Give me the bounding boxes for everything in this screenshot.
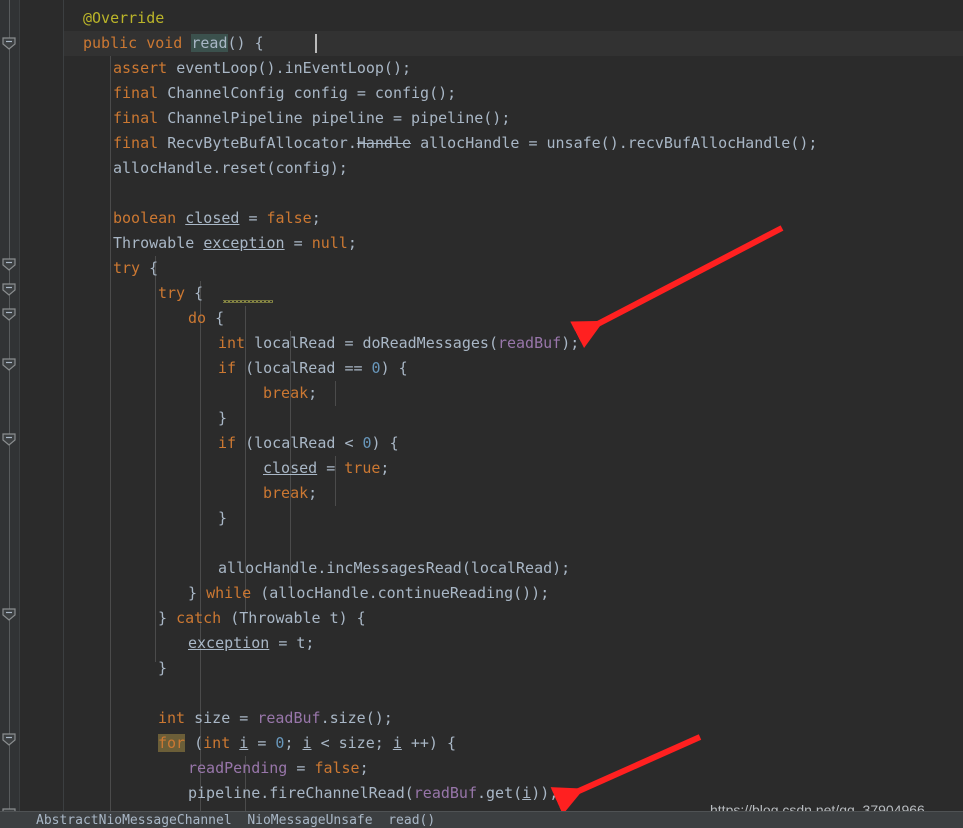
code-line[interactable]: int localRead = doReadMessages(readBuf); [218, 331, 579, 356]
code-content[interactable]: @Override public void read() { assert ev… [65, 0, 963, 828]
text-caret [315, 34, 317, 53]
code-line[interactable]: } [158, 656, 167, 681]
fold-marker-for[interactable] [2, 733, 17, 746]
code-line[interactable]: } [218, 406, 227, 431]
code-line[interactable]: final ChannelPipeline pipeline = pipelin… [113, 106, 510, 131]
fold-marker-if-neg[interactable] [2, 433, 17, 446]
code-line[interactable]: assert eventLoop().inEventLoop(); [113, 56, 411, 81]
code-line[interactable]: final RecvByteBufAllocator.Handle allocH… [113, 131, 817, 156]
fold-marker-do[interactable] [2, 308, 17, 321]
indent-guide [155, 256, 156, 662]
breadcrumb-separator [373, 813, 389, 828]
fold-marker-try-inner[interactable] [2, 283, 17, 296]
code-line[interactable]: int size = readBuf.size(); [158, 706, 393, 731]
fold-marker-catch[interactable] [2, 608, 17, 621]
breadcrumb-item-class[interactable]: AbstractNioMessageChannel [36, 813, 232, 828]
fold-rail [9, 0, 10, 828]
code-line[interactable]: closed = true; [263, 456, 389, 481]
code-line[interactable]: readPending = false; [188, 756, 369, 781]
fold-gutter[interactable] [0, 0, 20, 828]
code-line[interactable]: break; [263, 481, 317, 506]
code-line[interactable]: } [218, 506, 227, 531]
code-line[interactable]: for (int i = 0; i < size; i ++) { [158, 731, 456, 756]
code-line[interactable]: try { [158, 281, 203, 306]
caret-identifier-highlight: read [191, 34, 228, 52]
breadcrumb-item-method[interactable]: read() [388, 813, 435, 828]
code-line[interactable]: pipeline.fireChannelRead(readBuf.get(i))… [188, 781, 558, 806]
code-line[interactable]: break; [263, 381, 317, 406]
breadcrumb-separator [232, 813, 248, 828]
code-line[interactable]: if (localRead < 0) { [218, 431, 399, 456]
code-line[interactable]: } while (allocHandle.continueReading()); [188, 581, 549, 606]
code-line[interactable]: exception = t; [188, 631, 314, 656]
code-line[interactable]: try { [113, 256, 158, 281]
code-line[interactable]: Throwable exception = null; [113, 231, 357, 256]
breadcrumb-item-inner-class[interactable]: NioMessageUnsafe [247, 813, 372, 828]
code-line[interactable]: } catch (Throwable t) { [158, 606, 366, 631]
code-line[interactable]: if (localRead == 0) { [218, 356, 408, 381]
code-line[interactable]: allocHandle.incMessagesRead(localRead); [218, 556, 570, 581]
indent-guide [110, 56, 111, 828]
code-line[interactable]: @Override [83, 6, 164, 31]
code-line[interactable]: public void read() { [83, 31, 264, 56]
fold-marker-try-outer[interactable] [2, 258, 17, 271]
breadcrumb[interactable]: AbstractNioMessageChannel NioMessageUnsa… [36, 813, 435, 828]
warning-squiggle [223, 300, 273, 303]
code-line[interactable]: do { [188, 306, 224, 331]
code-line[interactable]: allocHandle.reset(config); [113, 156, 348, 181]
fold-marker-method[interactable] [2, 37, 17, 50]
code-line[interactable]: final ChannelConfig config = config(); [113, 81, 456, 106]
code-line[interactable]: boolean closed = false; [113, 206, 321, 231]
indent-guide [335, 381, 336, 406]
line-number-gutter[interactable] [20, 0, 64, 828]
search-match-highlight: for [158, 734, 186, 752]
deprecated-token: Handle [356, 134, 412, 152]
breadcrumb-bar[interactable]: AbstractNioMessageChannel NioMessageUnsa… [0, 811, 963, 828]
fold-marker-if-zero[interactable] [2, 358, 17, 371]
code-editor[interactable]: @Override public void read() { assert ev… [0, 0, 963, 828]
